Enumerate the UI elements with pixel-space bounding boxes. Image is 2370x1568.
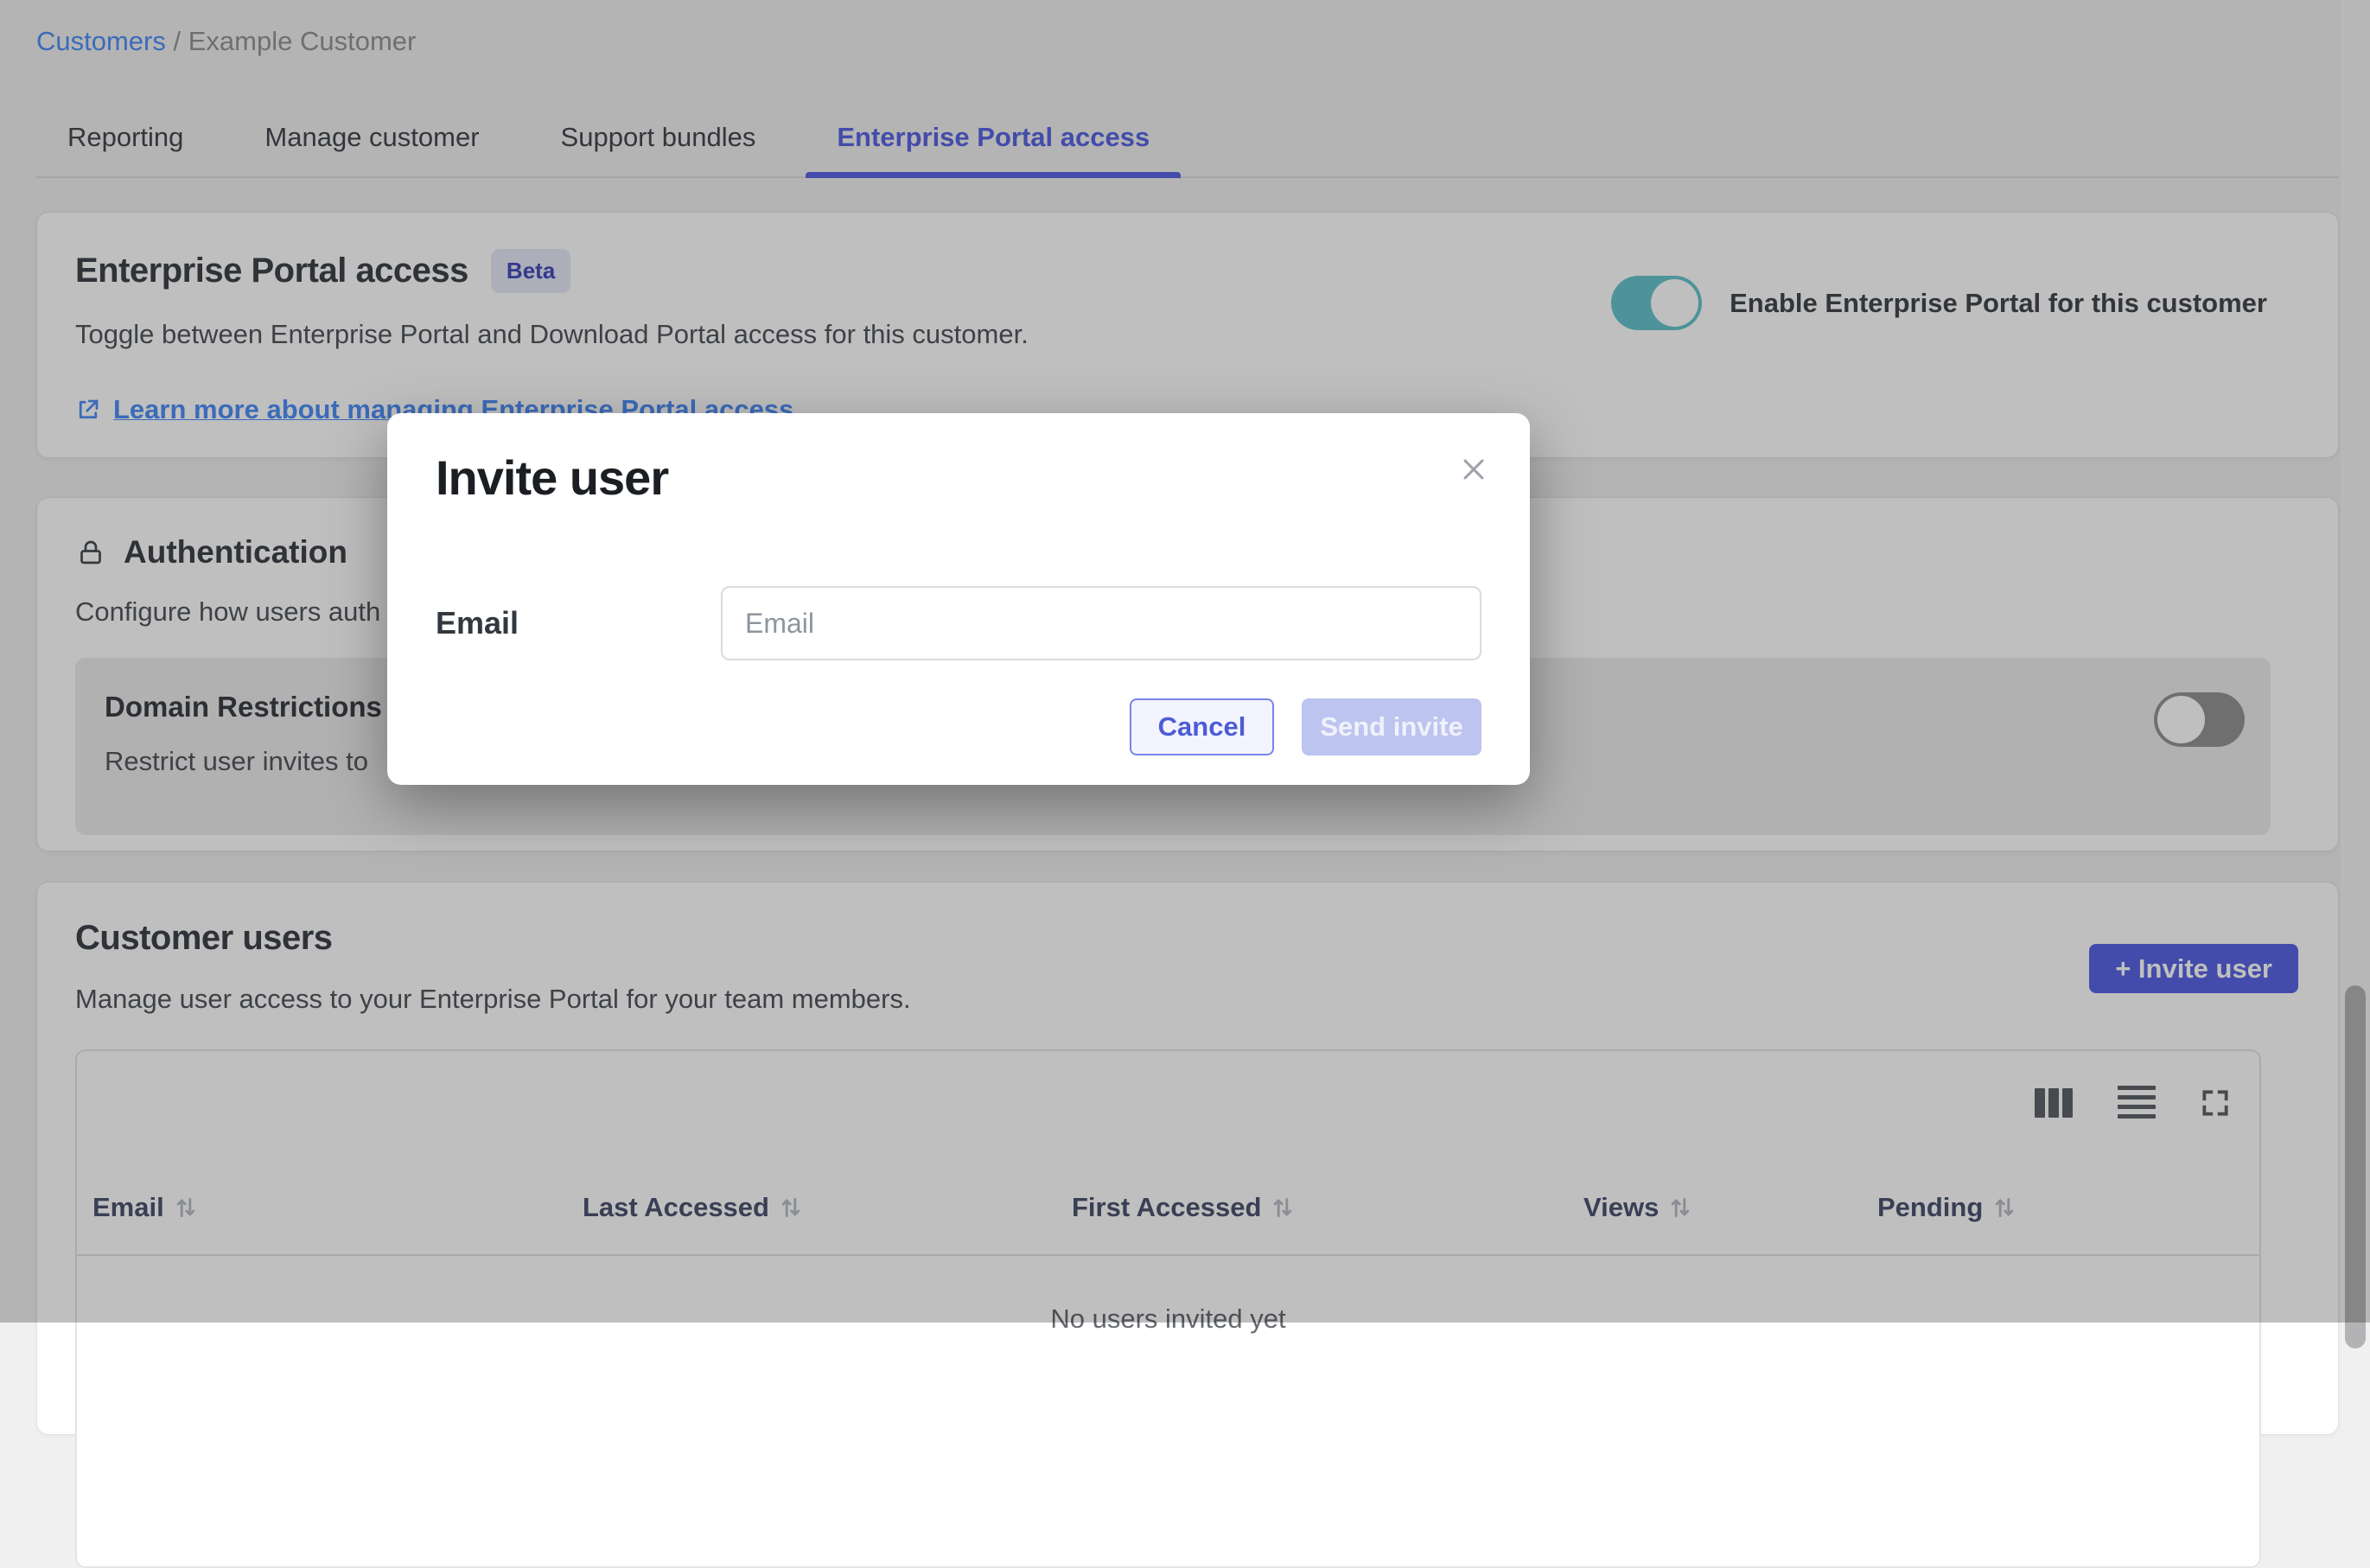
invite-user-modal: Invite user Email Cancel Send invite <box>387 413 1530 785</box>
close-icon[interactable] <box>1459 455 1488 484</box>
email-field[interactable] <box>721 586 1481 660</box>
cancel-button[interactable]: Cancel <box>1130 698 1274 755</box>
modal-title: Invite user <box>436 449 1481 506</box>
email-label: Email <box>436 605 721 641</box>
send-invite-button[interactable]: Send invite <box>1302 698 1481 755</box>
